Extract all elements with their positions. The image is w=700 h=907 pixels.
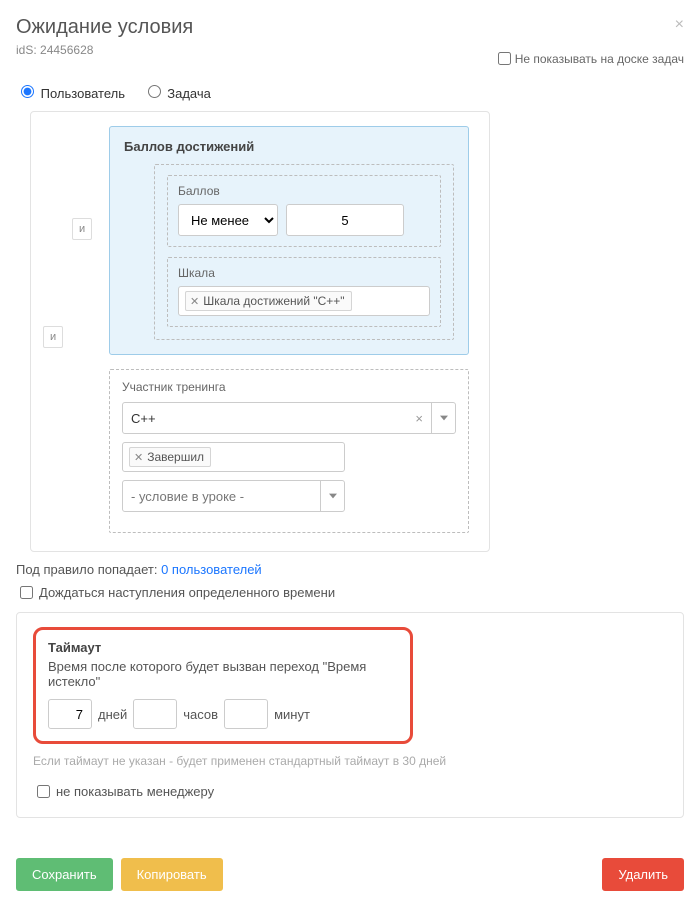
lesson-condition-select[interactable]: - условие в уроке - xyxy=(122,480,345,512)
training-status-input[interactable]: ✕ Завершил xyxy=(122,442,345,472)
scale-label: Шкала xyxy=(178,266,430,280)
modal-title: Ожидание условия xyxy=(16,16,193,39)
wait-time-checkbox[interactable] xyxy=(20,586,33,599)
timeout-hours-input[interactable] xyxy=(133,699,177,729)
scale-tag: ✕ Шкала достижений "C++" xyxy=(185,291,352,311)
footer-actions: Сохранить Копировать Удалить xyxy=(16,858,684,891)
chevron-down-icon[interactable] xyxy=(320,481,344,511)
timeout-description: Время после которого будет вызван перехо… xyxy=(48,659,398,689)
timeout-minutes-input[interactable] xyxy=(224,699,268,729)
timeout-hint: Если таймаут не указан - будет применен … xyxy=(33,754,667,768)
achievement-conditions-group: Баллов Не менее Шкала xyxy=(154,164,454,340)
achievement-points-block: и Баллов достижений Баллов Не менее xyxy=(109,126,469,355)
remove-tag-icon[interactable]: ✕ xyxy=(190,295,199,308)
rule-match-count: Под правило попадает: 0 пользователей xyxy=(16,562,684,577)
and-connector[interactable]: и xyxy=(43,326,63,348)
timeout-highlight-box: Таймаут Время после которого будет вызва… xyxy=(33,627,413,744)
minutes-label: минут xyxy=(274,707,310,722)
training-participant-block: Участник тренинга C++ × ✕ Завершил - усл… xyxy=(109,369,469,533)
and-connector[interactable]: и xyxy=(72,218,92,240)
radio-user-input[interactable] xyxy=(21,85,34,98)
radio-user[interactable]: Пользователь xyxy=(16,86,129,101)
training-course-select[interactable]: C++ × xyxy=(122,402,456,434)
scale-tag-input[interactable]: ✕ Шкала достижений "C++" xyxy=(178,286,430,316)
hide-manager-row[interactable]: не показывать менеджеру xyxy=(33,782,667,801)
wait-time-checkbox-row[interactable]: Дождаться наступления определенного врем… xyxy=(16,583,684,602)
training-title: Участник тренинга xyxy=(122,380,456,394)
hours-label: часов xyxy=(183,707,218,722)
clear-icon[interactable]: × xyxy=(407,411,431,426)
rules-container: и и Баллов достижений Баллов Не менее xyxy=(30,111,490,552)
points-input[interactable] xyxy=(286,204,404,236)
delete-button[interactable]: Удалить xyxy=(602,858,684,891)
scale-condition: Шкала ✕ Шкала достижений "C++" xyxy=(167,257,441,327)
close-icon[interactable]: × xyxy=(675,16,684,34)
rule-count-link[interactable]: 0 пользователей xyxy=(161,562,262,577)
points-condition: Баллов Не менее xyxy=(167,175,441,247)
achievement-title: Баллов достижений xyxy=(124,139,454,154)
days-label: дней xyxy=(98,707,127,722)
remove-tag-icon[interactable]: ✕ xyxy=(134,451,143,464)
radio-task[interactable]: Задача xyxy=(143,86,211,101)
copy-button[interactable]: Копировать xyxy=(121,858,223,891)
compare-select[interactable]: Не менее xyxy=(178,204,278,236)
timeout-title: Таймаут xyxy=(48,640,398,655)
radio-task-input[interactable] xyxy=(148,85,161,98)
points-label: Баллов xyxy=(178,184,430,198)
status-tag: ✕ Завершил xyxy=(129,447,211,467)
timeout-panel: Таймаут Время после которого будет вызва… xyxy=(16,612,684,818)
hide-manager-checkbox[interactable] xyxy=(37,785,50,798)
hide-on-board-label: Не показывать на доске задач xyxy=(515,52,684,66)
chevron-down-icon[interactable] xyxy=(431,403,455,433)
hide-on-board-checkbox[interactable] xyxy=(498,52,511,65)
save-button[interactable]: Сохранить xyxy=(16,858,113,891)
timeout-days-input[interactable] xyxy=(48,699,92,729)
